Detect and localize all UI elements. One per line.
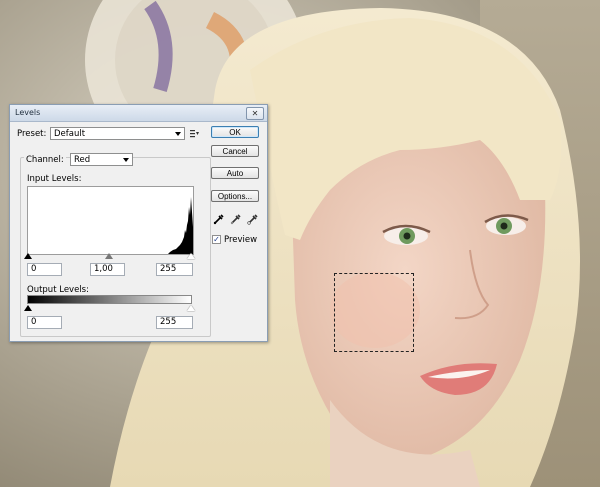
histogram [27,186,194,255]
gray-eyedropper-icon[interactable] [230,213,242,225]
preview-label: Preview [224,235,258,245]
preview-checkbox[interactable]: ✓ [212,235,221,244]
input-slider[interactable] [24,253,196,261]
close-icon[interactable]: ✕ [246,107,264,120]
levels-dialog: Levels ✕ Preset: Default Channel: Red In… [9,104,268,342]
preset-dropdown[interactable]: Default [50,127,185,140]
white-eyedropper-icon[interactable] [247,213,259,225]
cancel-button[interactable]: Cancel [211,145,259,157]
output-black-field[interactable]: 0 [27,316,62,329]
input-black-point-handle[interactable] [24,253,32,259]
auto-button[interactable]: Auto [211,167,259,179]
input-levels-label: Input Levels: [27,174,82,184]
dialog-title: Levels [15,108,41,117]
input-gamma-handle[interactable] [105,253,113,259]
input-black-field[interactable]: 0 [27,263,62,276]
chevron-down-icon [175,132,181,136]
ok-button[interactable]: OK [211,126,259,138]
output-black-point-handle[interactable] [24,305,32,311]
dialog-titlebar[interactable]: Levels ✕ [10,105,267,122]
channel-value: Red [74,155,91,165]
input-white-field[interactable]: 255 [156,263,193,276]
preset-menu-icon[interactable] [190,129,200,139]
selection-marquee[interactable] [334,273,414,352]
input-white-point-handle[interactable] [187,253,195,259]
black-eyedropper-icon[interactable] [213,213,225,225]
preset-value: Default [54,129,86,139]
output-gradient-bar [27,295,192,304]
output-white-point-handle[interactable] [187,305,195,311]
output-levels-label: Output Levels: [27,285,89,295]
channel-label: Channel: [24,155,66,165]
options-button[interactable]: Options... [211,190,259,202]
output-white-field[interactable]: 255 [156,316,193,329]
output-slider[interactable] [24,305,196,313]
preset-label: Preset: [17,129,47,139]
input-gamma-field[interactable]: 1,00 [90,263,125,276]
chevron-down-icon [123,158,129,162]
channel-dropdown[interactable]: Red [70,153,133,166]
